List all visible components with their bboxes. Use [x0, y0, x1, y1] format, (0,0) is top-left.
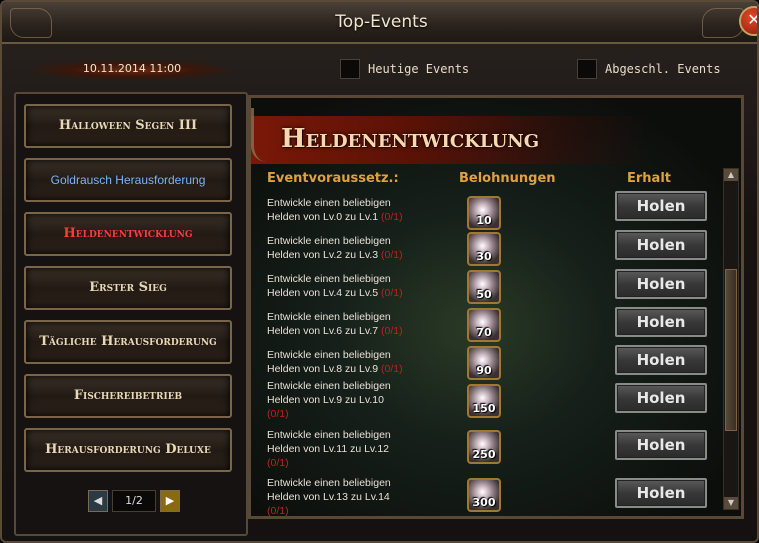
reward-icon: 10	[467, 196, 501, 230]
sidebar-item-taegliche-herausforderung[interactable]: Tägliche Herausforderung	[24, 320, 232, 364]
requirement-text: Entwickle einen beliebigen Helden von Lv.…	[267, 235, 403, 261]
claim-button[interactable]: Holen	[615, 307, 707, 337]
event-banner-title: Heldenentwicklung	[281, 124, 540, 154]
event-detail-panel: Heldenentwicklung Eventvoraussetz.: Belo…	[248, 95, 744, 519]
checkbox-abgeschl-events-label[interactable]: Abgeschl. Events	[605, 62, 721, 76]
reward-icon: 50	[467, 270, 501, 304]
reward-icon: 300	[467, 478, 501, 512]
reward-amount: 70	[476, 326, 492, 339]
scroll-up-icon[interactable]: ▲	[724, 169, 738, 181]
checkbox-abgeschl-events[interactable]	[577, 59, 597, 79]
reward-amount: 300	[472, 496, 496, 509]
scrollbar-thumb[interactable]	[725, 269, 737, 431]
claim-button[interactable]: Holen	[615, 269, 707, 299]
event-date: 10.11.2014 11:00	[82, 62, 182, 75]
reward-amount: 30	[476, 250, 492, 263]
requirement-text: Entwickle einen beliebigen Helden von Lv.…	[267, 197, 403, 223]
column-header-action: Erhalt	[627, 171, 671, 186]
banner-ornament	[251, 108, 276, 162]
column-header-requirement: Eventvoraussetz.:	[267, 171, 399, 186]
ornament-right	[702, 8, 744, 38]
title-bar[interactable]: Top-Events	[2, 2, 757, 44]
reward-icon: 70	[467, 308, 501, 342]
reward-icon: 30	[467, 232, 501, 266]
event-list-panel: Halloween Segen III Goldrausch Herausfor…	[14, 92, 248, 536]
requirement-text: Entwickle einen beliebigen Helden von Lv.…	[267, 380, 391, 420]
column-header-reward: Belohnungen	[459, 171, 556, 186]
requirement-text: Entwickle einen beliebigen Helden von Lv.…	[267, 429, 391, 469]
reward-amount: 250	[472, 448, 496, 461]
claim-button[interactable]: Holen	[615, 430, 707, 460]
date-bar: 10.11.2014 11:00	[32, 60, 232, 80]
sidebar-item-erster-sieg[interactable]: Erster Sieg	[24, 266, 232, 310]
reward-amount: 90	[476, 364, 492, 377]
prev-page-icon[interactable]: ◀	[88, 490, 108, 512]
sidebar-item-heldenentwicklung[interactable]: Heldenentwicklung	[24, 212, 232, 256]
event-banner: Heldenentwicklung	[251, 116, 651, 164]
requirement-text: Entwickle einen beliebigen Helden von Lv.…	[267, 477, 391, 517]
sidebar-item-halloween-segen[interactable]: Halloween Segen III	[24, 104, 232, 148]
reward-amount: 50	[476, 288, 492, 301]
reward-icon: 90	[467, 346, 501, 380]
checkbox-heutige-events[interactable]	[340, 59, 360, 79]
claim-button[interactable]: Holen	[615, 383, 707, 413]
reward-amount: 10	[476, 214, 492, 227]
requirement-text: Entwickle einen beliebigen Helden von Lv.…	[267, 311, 403, 337]
claim-button[interactable]: Holen	[615, 230, 707, 260]
reward-icon: 250	[467, 430, 501, 464]
claim-button[interactable]: Holen	[615, 478, 707, 508]
sidebar-item-fischereibetrieb[interactable]: Fischereibetrieb	[24, 374, 232, 418]
reward-amount: 150	[472, 402, 496, 415]
next-page-icon[interactable]: ▶	[160, 490, 180, 512]
scrollbar[interactable]: ▲ ▼	[723, 168, 739, 510]
claim-button[interactable]: Holen	[615, 191, 707, 221]
checkbox-heutige-events-label[interactable]: Heutige Events	[368, 62, 469, 76]
claim-button[interactable]: Holen	[615, 345, 707, 375]
top-events-window: Top-Events ✕ 10.11.2014 11:00 Heutige Ev…	[0, 0, 759, 543]
page-number: 1/2	[112, 490, 156, 512]
requirement-text: Entwickle einen beliebigen Helden von Lv.…	[267, 273, 403, 299]
requirement-text: Entwickle einen beliebigen Helden von Lv.…	[267, 349, 403, 375]
sidebar-item-herausforderung-deluxe[interactable]: Herausforderung Deluxe	[24, 428, 232, 472]
reward-icon: 150	[467, 384, 501, 418]
pager: ◀ 1/2 ▶	[88, 490, 180, 512]
scroll-down-icon[interactable]: ▼	[724, 497, 738, 509]
sidebar-item-goldrausch[interactable]: Goldrausch Herausforderung	[24, 158, 232, 202]
window-title: Top-Events	[335, 12, 428, 32]
